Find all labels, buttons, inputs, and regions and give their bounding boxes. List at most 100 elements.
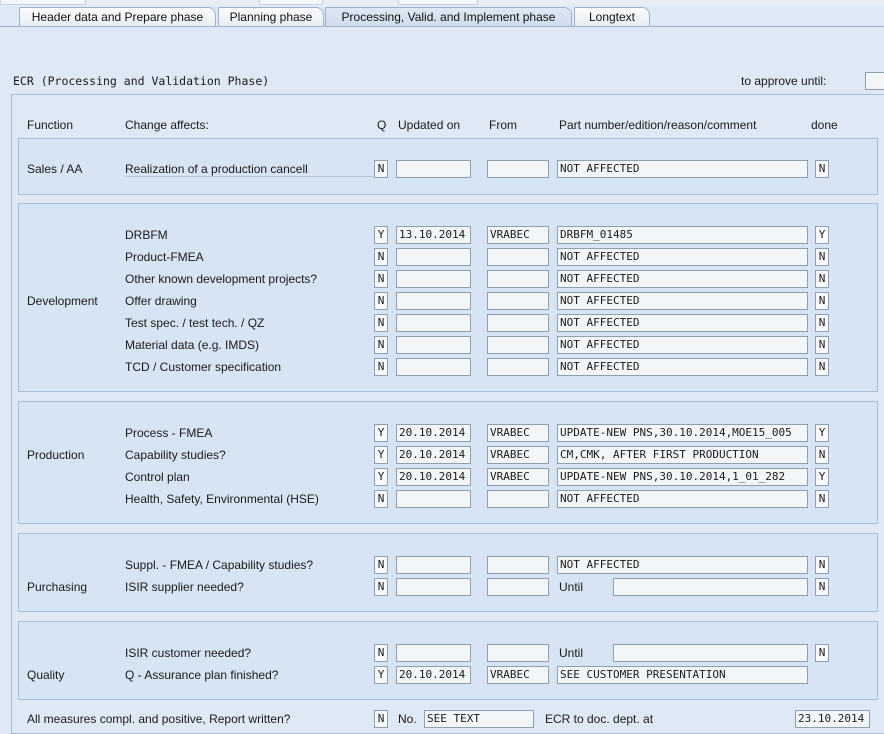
updated-on-field[interactable]	[396, 578, 471, 596]
row-label: Suppl. - FMEA / Capability studies?	[125, 558, 314, 572]
comment-field[interactable]: NOT AFFECTED	[557, 248, 808, 266]
done-checkbox[interactable]: N	[815, 578, 829, 596]
done-checkbox[interactable]: N	[815, 446, 829, 464]
from-field[interactable]	[487, 314, 549, 332]
from-field[interactable]: VRABEC	[487, 468, 549, 486]
from-field[interactable]	[487, 644, 549, 662]
q-checkbox[interactable]: Y	[374, 424, 388, 442]
from-field[interactable]: VRABEC	[487, 666, 549, 684]
row-label: Other known development projects?	[125, 272, 318, 286]
tab-underline	[0, 26, 884, 27]
from-field[interactable]	[487, 248, 549, 266]
q-checkbox[interactable]: N	[374, 248, 388, 266]
updated-on-field[interactable]	[396, 336, 471, 354]
tab-longtext[interactable]: Longtext	[574, 7, 650, 26]
tab-planning[interactable]: Planning phase	[218, 7, 324, 26]
from-field[interactable]	[487, 556, 549, 574]
updated-on-field[interactable]	[396, 490, 471, 508]
report-no-field[interactable]: SEE TEXT	[424, 710, 534, 728]
done-checkbox[interactable]: N	[815, 248, 829, 266]
q-checkbox[interactable]: N	[374, 292, 388, 310]
q-checkbox[interactable]: N	[374, 358, 388, 376]
from-field[interactable]	[487, 358, 549, 376]
q-checkbox[interactable]: N	[374, 270, 388, 288]
done-checkbox[interactable]: N	[815, 490, 829, 508]
done-checkbox[interactable]: N	[815, 358, 829, 376]
comment-field[interactable]: NOT AFFECTED	[557, 270, 808, 288]
updated-on-field[interactable]	[396, 556, 471, 574]
from-field[interactable]	[487, 336, 549, 354]
comment-field[interactable]: SEE CUSTOMER PRESENTATION	[557, 666, 808, 684]
row-label: Material data (e.g. IMDS)	[125, 338, 260, 352]
comment-field[interactable]: NOT AFFECTED	[557, 160, 808, 178]
row-label: ISIR customer needed?	[125, 646, 252, 660]
q-checkbox[interactable]: Y	[374, 468, 388, 486]
comment-field[interactable]: NOT AFFECTED	[557, 556, 808, 574]
header-from: From	[489, 118, 517, 132]
q-checkbox[interactable]: Y	[374, 226, 388, 244]
done-checkbox[interactable]: N	[815, 644, 829, 662]
updated-on-field[interactable]	[396, 358, 471, 376]
q-checkbox[interactable]: Y	[374, 666, 388, 684]
function-label: Production	[27, 448, 85, 462]
tab-processing[interactable]: Processing, Valid. and Implement phase	[325, 7, 572, 26]
from-field[interactable]: VRABEC	[487, 226, 549, 244]
done-checkbox[interactable]: N	[815, 270, 829, 288]
updated-on-field[interactable]: 20.10.2014	[396, 446, 471, 464]
q-checkbox[interactable]: N	[374, 336, 388, 354]
from-field[interactable]: VRABEC	[487, 446, 549, 464]
until-field[interactable]	[613, 644, 808, 662]
row-label: Offer drawing	[125, 294, 197, 308]
header-function: Function	[27, 118, 74, 132]
done-checkbox[interactable]: N	[815, 556, 829, 574]
from-field[interactable]: VRABEC	[487, 424, 549, 442]
q-checkbox[interactable]: Y	[374, 446, 388, 464]
updated-on-field[interactable]	[396, 160, 471, 178]
section-title: ECR (Processing and Validation Phase)	[13, 74, 270, 88]
comment-field[interactable]: NOT AFFECTED	[557, 292, 808, 310]
header-q: Q	[377, 118, 387, 132]
updated-on-field[interactable]: 20.10.2014	[396, 468, 471, 486]
done-checkbox[interactable]: N	[815, 314, 829, 332]
updated-on-field[interactable]: 13.10.2014	[396, 226, 471, 244]
updated-on-field[interactable]	[396, 314, 471, 332]
updated-on-field[interactable]	[396, 292, 471, 310]
comment-field[interactable]: UPDATE-NEW PNS,30.10.2014,MOE15_005	[557, 424, 808, 442]
updated-on-field[interactable]	[396, 270, 471, 288]
updated-on-field[interactable]	[396, 644, 471, 662]
from-field[interactable]	[487, 270, 549, 288]
q-checkbox[interactable]: N	[374, 644, 388, 662]
done-checkbox[interactable]: N	[815, 336, 829, 354]
updated-on-field[interactable]: 20.10.2014	[396, 424, 471, 442]
done-checkbox[interactable]: Y	[815, 424, 829, 442]
updated-on-field[interactable]	[396, 248, 471, 266]
tab-header-data[interactable]: Header data and Prepare phase	[19, 7, 216, 26]
done-checkbox[interactable]: Y	[815, 468, 829, 486]
comment-field[interactable]: NOT AFFECTED	[557, 314, 808, 332]
comment-field[interactable]: CM,CMK, AFTER FIRST PRODUCTION	[557, 446, 808, 464]
comment-field[interactable]: NOT AFFECTED	[557, 358, 808, 376]
from-field[interactable]	[487, 160, 549, 178]
done-checkbox[interactable]: N	[815, 292, 829, 310]
done-checkbox[interactable]: N	[815, 160, 829, 178]
from-field[interactable]	[487, 292, 549, 310]
q-checkbox[interactable]: N	[374, 578, 388, 596]
q-checkbox[interactable]: N	[374, 490, 388, 508]
measures-checkbox[interactable]: N	[374, 710, 388, 728]
comment-field[interactable]: DRBFM_01485	[557, 226, 808, 244]
comment-field[interactable]: NOT AFFECTED	[557, 336, 808, 354]
q-checkbox[interactable]: N	[374, 314, 388, 332]
until-field[interactable]	[613, 578, 808, 596]
from-field[interactable]	[487, 578, 549, 596]
q-checkbox[interactable]: N	[374, 160, 388, 178]
updated-on-field[interactable]: 20.10.2014	[396, 666, 471, 684]
from-field[interactable]	[487, 490, 549, 508]
approve-until-field[interactable]	[865, 72, 884, 90]
comment-field[interactable]: NOT AFFECTED	[557, 490, 808, 508]
q-checkbox[interactable]: N	[374, 556, 388, 574]
function-label: Quality	[27, 668, 65, 682]
comment-field[interactable]: UPDATE-NEW PNS,30.10.2014,1_01_282	[557, 468, 808, 486]
done-checkbox[interactable]: Y	[815, 226, 829, 244]
row-label: Control plan	[125, 470, 190, 484]
doc-dept-date-field[interactable]: 23.10.2014	[795, 710, 870, 728]
